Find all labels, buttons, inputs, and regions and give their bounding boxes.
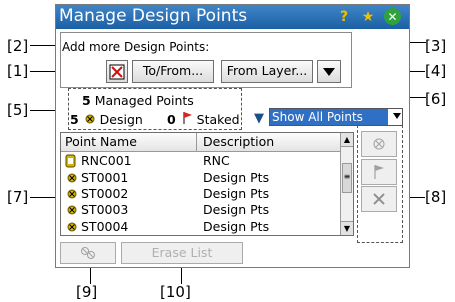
callout-6: [6] — [425, 90, 447, 108]
to-from-button[interactable]: To/From... — [132, 60, 214, 83]
filter-selected: Show All Points — [270, 109, 388, 125]
close-icon[interactable]: ✕ — [384, 8, 401, 25]
summary-outline — [68, 88, 242, 130]
callout-1: [1] — [7, 62, 29, 80]
point-description: RNC — [203, 153, 230, 168]
map-select-icon — [109, 64, 125, 80]
erase-list-button[interactable]: Erase List — [121, 242, 243, 264]
callout-9: [9] — [76, 283, 98, 301]
design-point-icon — [67, 205, 77, 215]
points-table: Point Name Description RNC001 RNC ST0001… — [60, 132, 354, 236]
from-layer-button[interactable]: From Layer... — [221, 60, 313, 83]
column-description[interactable]: Description — [203, 134, 274, 149]
star-icon[interactable]: ★ — [359, 8, 377, 26]
point-name: ST0004 — [81, 219, 129, 234]
filter-icon: ▼ — [254, 111, 264, 126]
table-header: Point Name Description — [61, 133, 343, 152]
table-row[interactable]: ST0004 Design Pts — [61, 219, 343, 235]
scroll-down-icon[interactable]: ▼ — [341, 221, 353, 235]
help-icon[interactable]: ? — [335, 8, 353, 26]
chevron-down-icon — [393, 113, 401, 119]
point-description: Design Pts — [203, 202, 270, 217]
callout-2: [2] — [7, 37, 29, 55]
design-point-icon — [67, 222, 77, 232]
window-title: Manage Design Points — [59, 6, 248, 26]
side-buttons-outline — [357, 125, 403, 243]
rnc-point-icon — [65, 154, 76, 168]
title-bar: Manage Design Points ? ★ ✕ — [56, 5, 409, 29]
point-description: Design Pts — [203, 186, 270, 201]
callout-7: [7] — [7, 188, 29, 206]
callout-4: [4] — [425, 62, 447, 80]
callout-8: [8] — [425, 188, 447, 206]
callout-5: [5] — [7, 101, 29, 119]
point-name: ST0003 — [81, 202, 129, 217]
select-from-map-button[interactable] — [106, 60, 128, 83]
add-points-label: Add more Design Points: — [62, 40, 210, 54]
callout-line-2 — [30, 45, 58, 46]
point-name: ST0001 — [81, 170, 129, 185]
map-view-icon — [81, 247, 95, 259]
table-scrollbar[interactable]: ▲ ≡ ▼ — [340, 133, 353, 235]
point-name: ST0002 — [81, 186, 129, 201]
table-row[interactable]: ST0001 Design Pts — [61, 170, 343, 186]
column-point-name[interactable]: Point Name — [65, 134, 137, 149]
more-options-button[interactable] — [317, 60, 341, 83]
callout-3: [3] — [425, 37, 447, 55]
design-point-icon — [67, 173, 77, 183]
table-row[interactable]: ST0002 Design Pts — [61, 186, 343, 202]
column-separator — [196, 133, 197, 151]
scroll-thumb[interactable]: ≡ — [342, 163, 352, 193]
design-point-icon — [67, 189, 77, 199]
point-name: RNC001 — [81, 153, 132, 168]
filter-dropdown[interactable]: Show All Points — [269, 108, 403, 126]
point-description: Design Pts — [203, 219, 270, 234]
table-row[interactable]: ST0003 Design Pts — [61, 202, 343, 218]
point-description: Design Pts — [203, 170, 270, 185]
callout-10: [10] — [160, 283, 191, 301]
table-row[interactable]: RNC001 RNC — [61, 153, 343, 169]
map-view-button[interactable] — [60, 242, 116, 264]
scroll-up-icon[interactable]: ▲ — [341, 133, 353, 147]
dropdown-arrow-icon — [323, 68, 335, 76]
